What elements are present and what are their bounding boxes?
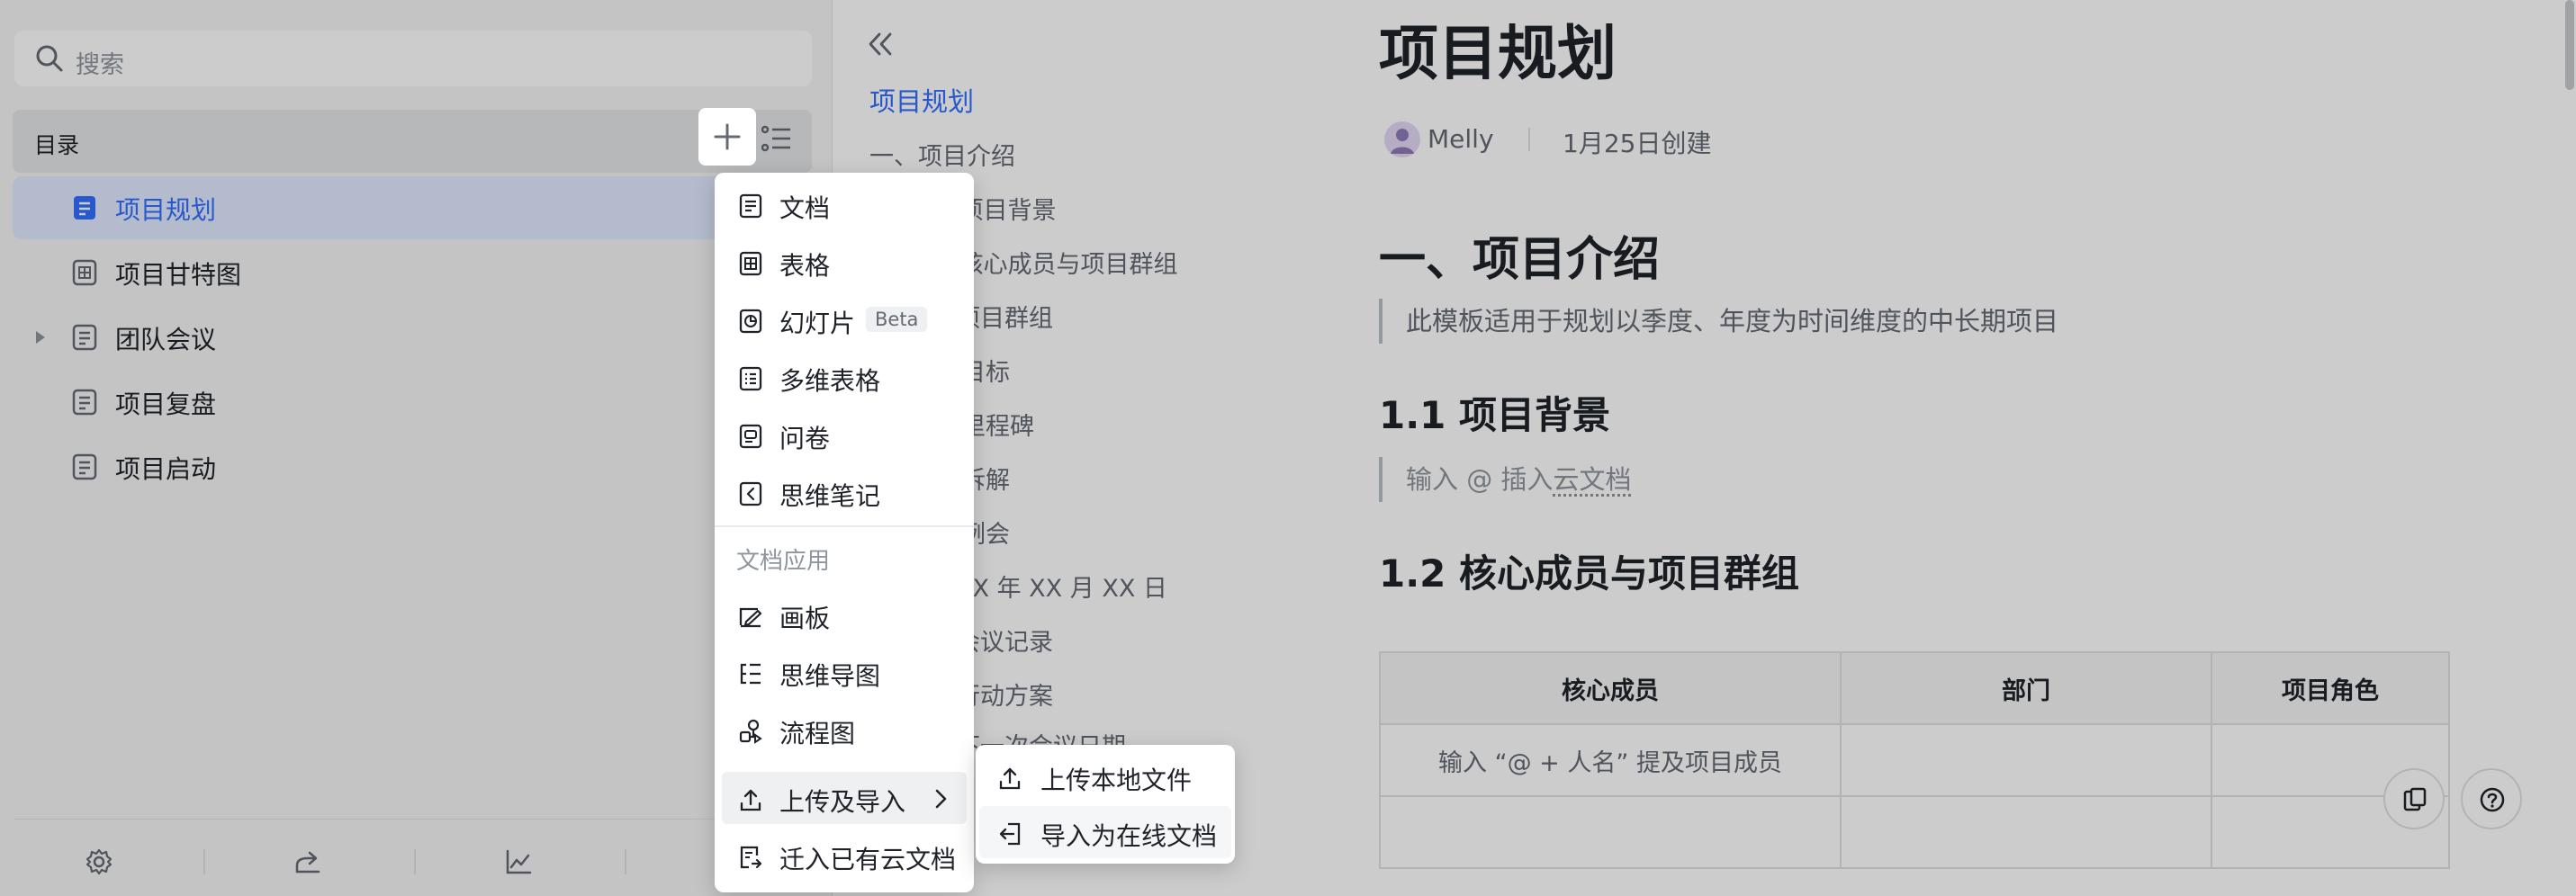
- bitable-icon: [738, 366, 763, 391]
- new-item-menu: 文档 表格 幻灯片 Beta 多维表格 问卷 思维笔记 文档应用 画板 思维导图…: [715, 173, 974, 892]
- menu-item-label: 思维导图: [779, 661, 881, 691]
- upload-submenu: 上传本地文件 导入为在线文档: [976, 745, 1235, 864]
- modal-overlay[interactable]: [0, 0, 2576, 896]
- menu-item-upload-local[interactable]: 上传本地文件: [979, 750, 1231, 802]
- menu-item-label: 问卷: [779, 424, 831, 453]
- menu-item-survey[interactable]: 问卷: [722, 408, 967, 461]
- menu-item-mindmap[interactable]: 思维导图: [722, 646, 967, 698]
- menu-item-import-online[interactable]: 导入为在线文档: [979, 806, 1231, 858]
- doc-icon: [738, 193, 763, 219]
- menu-item-label: 幻灯片: [779, 309, 856, 338]
- menu-item-label: 文档: [779, 193, 831, 223]
- survey-icon: [738, 424, 763, 449]
- menu-item-slides[interactable]: 幻灯片 Beta: [722, 293, 967, 345]
- upload-icon: [997, 766, 1022, 791]
- menu-item-label: 导入为在线文档: [1040, 821, 1218, 851]
- menu-item-label: 表格: [779, 251, 831, 281]
- menu-item-sheet[interactable]: 表格: [722, 236, 967, 288]
- migrate-icon: [738, 845, 763, 870]
- menu-item-label: 上传本地文件: [1040, 766, 1193, 795]
- menu-item-label: 思维笔记: [779, 481, 881, 511]
- table-icon: [738, 251, 763, 276]
- menu-item-label: 迁入已有云文档: [779, 845, 957, 874]
- menu-item-doc[interactable]: 文档: [722, 178, 967, 230]
- whiteboard-icon: [738, 604, 763, 629]
- mindmap-icon: [738, 661, 763, 686]
- menu-item-upload-import[interactable]: 上传及导入: [722, 772, 967, 824]
- menu-item-label: 多维表格: [779, 366, 881, 396]
- menu-item-label: 画板: [779, 604, 831, 633]
- chevron-right-icon: [932, 788, 949, 810]
- plus-icon: [714, 123, 741, 150]
- menu-divider: [715, 525, 974, 527]
- upload-icon: [738, 787, 763, 812]
- add-button-highlighted[interactable]: [698, 108, 756, 166]
- beta-badge: Beta: [866, 307, 928, 332]
- menu-item-label: 流程图: [779, 719, 856, 748]
- slides-icon: [738, 309, 763, 334]
- import-icon: [997, 821, 1022, 847]
- menu-item-mindnote[interactable]: 思维笔记: [722, 466, 967, 518]
- menu-group-label: 文档应用: [736, 548, 831, 575]
- menu-item-label: 上传及导入: [779, 787, 906, 817]
- menu-item-bitable[interactable]: 多维表格: [722, 351, 967, 403]
- menu-item-migrate[interactable]: 迁入已有云文档: [722, 829, 967, 882]
- flowchart-icon: [738, 719, 763, 744]
- mindnote-icon: [738, 481, 763, 506]
- menu-item-whiteboard[interactable]: 画板: [722, 588, 967, 641]
- menu-item-flowchart[interactable]: 流程图: [722, 703, 967, 756]
